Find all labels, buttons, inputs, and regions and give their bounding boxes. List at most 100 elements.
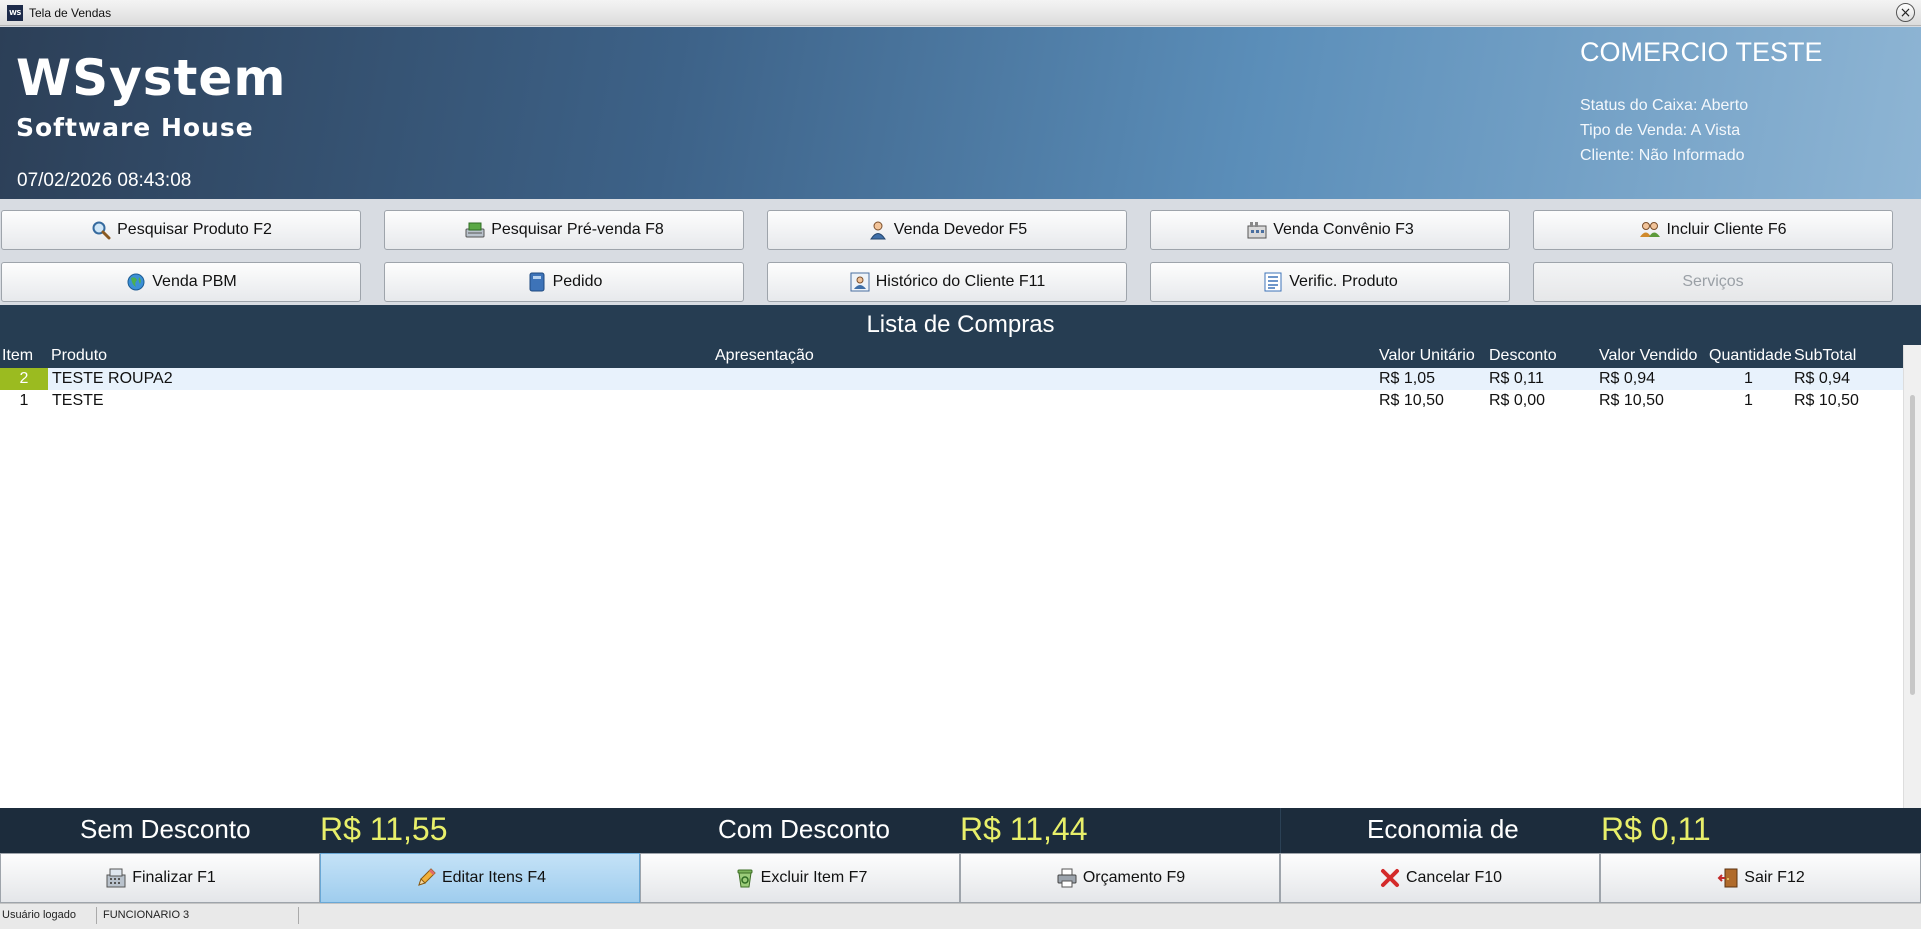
app-logo-icon: WS <box>7 4 23 21</box>
debtor-sale-button[interactable]: Venda Devedor F5 <box>767 210 1127 250</box>
toolbar-row-1: Pesquisar Produto F2 Pesquisar Pré-venda… <box>0 210 1921 252</box>
register-icon <box>104 866 128 890</box>
list-header: Item Produto Apresentação Valor Unitário… <box>0 345 1921 368</box>
finalize-label: Finalizar F1 <box>132 869 216 886</box>
row-valor-unitario: R$ 1,05 <box>1379 370 1436 387</box>
status-separator <box>298 907 299 924</box>
totals-bar: Sem Desconto R$ 11,55 Com Desconto R$ 11… <box>0 808 1921 853</box>
col-produto[interactable]: Produto <box>51 347 107 365</box>
sale-type: Tipo de Venda: A Vista <box>1580 122 1741 139</box>
row-valor-vendido: R$ 10,50 <box>1599 392 1664 409</box>
current-datetime: 07/02/2026 08:43:08 <box>17 170 192 191</box>
col-item[interactable]: Item <box>2 347 33 365</box>
edit-items-label: Editar Itens F4 <box>441 869 547 886</box>
pbm-sale-label: Venda PBM <box>152 273 237 290</box>
toolbar-row-2: Venda PBM Pedido Histórico do Cliente F1… <box>0 262 1921 304</box>
table-row[interactable]: 1 TESTE R$ 10,50 R$ 0,00 R$ 10,50 1 R$ 1… <box>0 390 1903 412</box>
exit-button[interactable]: Sair F12 <box>1600 853 1921 903</box>
shopping-list-title: Lista de Compras <box>0 305 1921 345</box>
exit-door-icon <box>1716 866 1740 890</box>
services-label: Serviços <box>1682 273 1744 290</box>
row-quantidade: 1 <box>1744 392 1753 409</box>
search-product-label: Pesquisar Produto F2 <box>117 221 272 238</box>
verify-product-label: Verific. Produto <box>1289 273 1398 290</box>
add-client-label: Incluir Cliente F6 <box>1666 221 1787 238</box>
brand-subtitle: Software House <box>16 113 254 142</box>
building-icon <box>1246 219 1268 241</box>
debtor-sale-label: Venda Devedor F5 <box>893 221 1028 238</box>
close-icon: × <box>1899 4 1912 21</box>
verify-product-button[interactable]: Verific. Produto <box>1150 262 1510 302</box>
quote-button[interactable]: Orçamento F9 <box>960 853 1280 903</box>
search-presale-button[interactable]: Pesquisar Pré-venda F8 <box>384 210 744 250</box>
row-valor-vendido: R$ 0,94 <box>1599 370 1656 387</box>
col-subtotal[interactable]: SubTotal <box>1794 347 1856 365</box>
savings-value: R$ 0,11 <box>1601 811 1711 847</box>
total-with-discount: Com Desconto R$ 11,44 <box>640 808 1280 853</box>
col-valor-vendido[interactable]: Valor Vendido <box>1599 347 1697 365</box>
quote-label: Orçamento F9 <box>1082 869 1186 886</box>
magnifier-icon <box>90 219 112 241</box>
cancel-label: Cancelar F10 <box>1405 869 1503 886</box>
status-separator <box>96 907 97 924</box>
row-valor-unitario: R$ 10,50 <box>1379 392 1444 409</box>
without-discount-value: R$ 11,55 <box>320 811 448 847</box>
client-history-button[interactable]: Histórico do Cliente F11 <box>767 262 1127 302</box>
finalize-button[interactable]: Finalizar F1 <box>0 853 320 903</box>
header-banner: WSystem Software House 07/02/2026 08:43:… <box>0 27 1921 199</box>
client-history-label: Histórico do Cliente F11 <box>875 273 1046 290</box>
total-without-discount: Sem Desconto R$ 11,55 <box>0 808 640 853</box>
shopping-list: 2 TESTE ROUPA2 R$ 1,05 R$ 0,11 R$ 0,94 1… <box>0 368 1903 808</box>
agreement-sale-label: Venda Convênio F3 <box>1273 221 1414 238</box>
with-discount-value: R$ 11,44 <box>960 811 1088 847</box>
col-desconto[interactable]: Desconto <box>1489 347 1557 365</box>
with-discount-label: Com Desconto <box>718 814 890 844</box>
cancel-button[interactable]: Cancelar F10 <box>1280 853 1600 903</box>
row-quantidade: 1 <box>1744 370 1753 387</box>
close-button[interactable]: × <box>1896 3 1915 22</box>
row-subtotal: R$ 10,50 <box>1794 392 1859 409</box>
table-row[interactable]: 2 TESTE ROUPA2 R$ 1,05 R$ 0,11 R$ 0,94 1… <box>0 368 1903 390</box>
printer-icon <box>1055 866 1079 890</box>
row-produto: TESTE ROUPA2 <box>52 370 173 387</box>
search-product-button[interactable]: Pesquisar Produto F2 <box>1 210 361 250</box>
delete-item-button[interactable]: Excluir Item F7 <box>640 853 960 903</box>
status-user-value: FUNCIONARIO 3 <box>103 909 190 921</box>
edit-items-button[interactable]: Editar Itens F4 <box>320 853 640 903</box>
agreement-sale-button[interactable]: Venda Convênio F3 <box>1150 210 1510 250</box>
presale-icon <box>464 219 486 241</box>
list-scrollbar[interactable] <box>1903 345 1921 808</box>
col-quantidade[interactable]: Quantidade <box>1709 347 1792 365</box>
without-discount-label: Sem Desconto <box>80 814 251 844</box>
pencil-icon <box>414 866 438 890</box>
row-produto: TESTE <box>52 392 104 409</box>
client-info: Cliente: Não Informado <box>1580 147 1745 164</box>
globe-icon <box>125 271 147 293</box>
client-history-icon <box>849 271 871 293</box>
order-label: Pedido <box>552 273 603 290</box>
row-desconto: R$ 0,00 <box>1489 392 1546 409</box>
people-icon <box>1639 219 1661 241</box>
person-icon <box>867 219 889 241</box>
scrollbar-thumb[interactable] <box>1910 395 1915 695</box>
status-user-label: Usuário logado <box>2 909 76 921</box>
row-subtotal: R$ 0,94 <box>1794 370 1851 387</box>
action-bar: Finalizar F1 Editar Itens F4 Excluir Ite… <box>0 853 1921 903</box>
cash-status: Status do Caixa: Aberto <box>1580 97 1749 114</box>
col-valor-unitario[interactable]: Valor Unitário <box>1379 347 1475 365</box>
col-apresentacao[interactable]: Apresentação <box>715 347 814 365</box>
row-item: 2 <box>0 368 48 390</box>
checklist-icon <box>1262 271 1284 293</box>
delete-item-label: Excluir Item F7 <box>760 869 868 886</box>
pbm-sale-button[interactable]: Venda PBM <box>1 262 361 302</box>
exit-label: Sair F12 <box>1744 869 1805 886</box>
row-item: 1 <box>19 392 29 409</box>
services-button[interactable]: Serviços <box>1533 262 1893 302</box>
red-x-icon <box>1378 866 1402 890</box>
row-desconto: R$ 0,11 <box>1489 370 1544 387</box>
add-client-button[interactable]: Incluir Cliente F6 <box>1533 210 1893 250</box>
search-presale-label: Pesquisar Pré-venda F8 <box>491 221 664 238</box>
book-icon <box>526 271 548 293</box>
order-button[interactable]: Pedido <box>384 262 744 302</box>
savings-label: Economia de <box>1367 814 1519 844</box>
